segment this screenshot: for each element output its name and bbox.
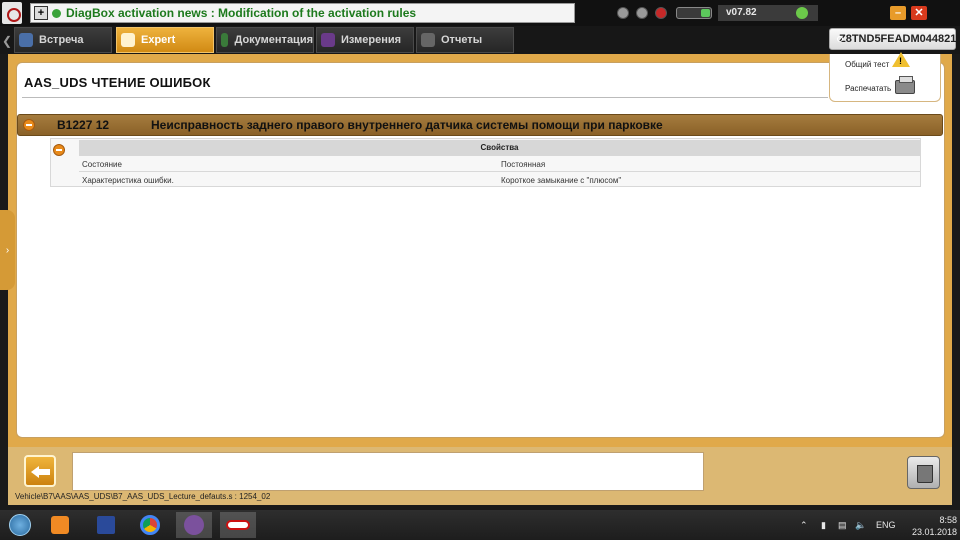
warning-icon[interactable]: !: [892, 52, 910, 67]
wave-icon: [321, 33, 335, 47]
language-indicator[interactable]: ENG: [876, 520, 896, 530]
network-icon[interactable]: ▤: [838, 520, 847, 531]
trash-icon[interactable]: [907, 456, 940, 489]
vin-label: Z8TND5FEADM044821: [839, 33, 957, 45]
magnifier-icon: [121, 33, 135, 47]
tab-measurements[interactable]: Измерения: [316, 27, 414, 53]
tray-expand-icon[interactable]: ⌃: [800, 520, 808, 531]
viber-button[interactable]: [176, 512, 212, 538]
clock-date: 23.01.2018: [911, 527, 957, 537]
expand-sidebar-handle[interactable]: ›: [0, 210, 15, 290]
meeting-icon: [19, 33, 33, 47]
page-title: AAS_UDS ЧТЕНИЕ ОШИБОК: [24, 75, 211, 90]
tab-reports[interactable]: Отчеты: [416, 27, 514, 53]
back-nav-icon[interactable]: ❮: [2, 34, 12, 48]
minimize-button[interactable]: –: [890, 6, 906, 20]
news-status-icon: [52, 8, 61, 18]
properties-table: Свойства Состояние Постоянная Характерис…: [50, 138, 921, 187]
viber-icon: [184, 515, 204, 535]
property-value: Короткое замыкание с "плюсом": [501, 176, 622, 185]
print-button[interactable]: Распечатать: [845, 84, 891, 93]
version-indicator: v07.82: [718, 5, 818, 21]
tab-label: Измерения: [341, 34, 402, 46]
news-ticker[interactable]: + DiagBox activation news : Modification…: [30, 3, 575, 23]
tab-meeting[interactable]: Встреча: [14, 27, 112, 53]
property-key: Характеристика ошибки.: [82, 176, 174, 185]
expand-news-icon[interactable]: +: [34, 6, 48, 20]
start-button[interactable]: [2, 512, 38, 538]
connection-status-icon: [796, 7, 808, 19]
diagbox-icon: [226, 520, 250, 530]
tab-label: Документация: [234, 34, 313, 46]
tab-label: Встреча: [39, 34, 84, 46]
table-row: Характеристика ошибки. Короткое замыкани…: [79, 172, 920, 188]
clock[interactable]: 8:58 23.01.2018: [905, 514, 957, 538]
media-player-icon: [51, 516, 69, 534]
version-label: v07.82: [726, 7, 757, 18]
vin-button[interactable]: Z8TND5FEADM044821: [829, 28, 956, 50]
citroen-logo: [2, 2, 22, 24]
book-icon: [221, 33, 229, 47]
property-key: Состояние: [82, 160, 122, 169]
chevron-right-icon: ›: [5, 244, 10, 256]
clock-time: 8:58: [939, 515, 957, 525]
media-player-button[interactable]: [42, 512, 78, 538]
battery-tray-icon[interactable]: ▮: [821, 520, 826, 531]
collapse-icon[interactable]: [53, 144, 65, 156]
record-icon[interactable]: [655, 7, 667, 19]
title-divider: [22, 96, 828, 98]
dtc-description: Неисправность заднего правого внутреннег…: [151, 118, 663, 132]
windows-start-icon: [9, 514, 31, 536]
chrome-button[interactable]: [132, 512, 168, 538]
property-value: Постоянная: [501, 160, 546, 169]
global-test-button[interactable]: Общий тест: [845, 60, 889, 69]
status-path: Vehicle\B7\AAS\AAS_UDS\B7_AAS_UDS_Lectur…: [15, 492, 271, 501]
table-row: Состояние Постоянная: [79, 156, 920, 172]
tab-documentation[interactable]: Документация: [216, 27, 314, 53]
tab-label: Отчеты: [441, 34, 483, 46]
news-text: DiagBox activation news : Modification o…: [66, 6, 417, 20]
back-button[interactable]: [24, 455, 56, 487]
collapse-icon[interactable]: [23, 119, 35, 131]
close-button[interactable]: ✕: [911, 6, 927, 20]
volume-icon[interactable]: 🔈: [855, 520, 866, 531]
properties-header: Свойства: [79, 140, 920, 156]
settings-icon[interactable]: [636, 7, 648, 19]
tab-expert[interactable]: Expert: [116, 27, 214, 53]
save-app-button[interactable]: [88, 512, 124, 538]
download-icon[interactable]: [617, 7, 629, 19]
diagbox-button[interactable]: [220, 512, 256, 538]
battery-icon: [676, 7, 712, 19]
printer-icon[interactable]: [895, 76, 915, 94]
tab-label: Expert: [141, 34, 176, 46]
report-icon: [421, 33, 435, 47]
dtc-code: B1227 12: [57, 118, 110, 132]
floppy-icon: [97, 516, 115, 534]
message-box: [72, 452, 704, 491]
chrome-icon: [140, 515, 160, 535]
dtc-row[interactable]: B1227 12 Неисправность заднего правого в…: [17, 114, 943, 136]
